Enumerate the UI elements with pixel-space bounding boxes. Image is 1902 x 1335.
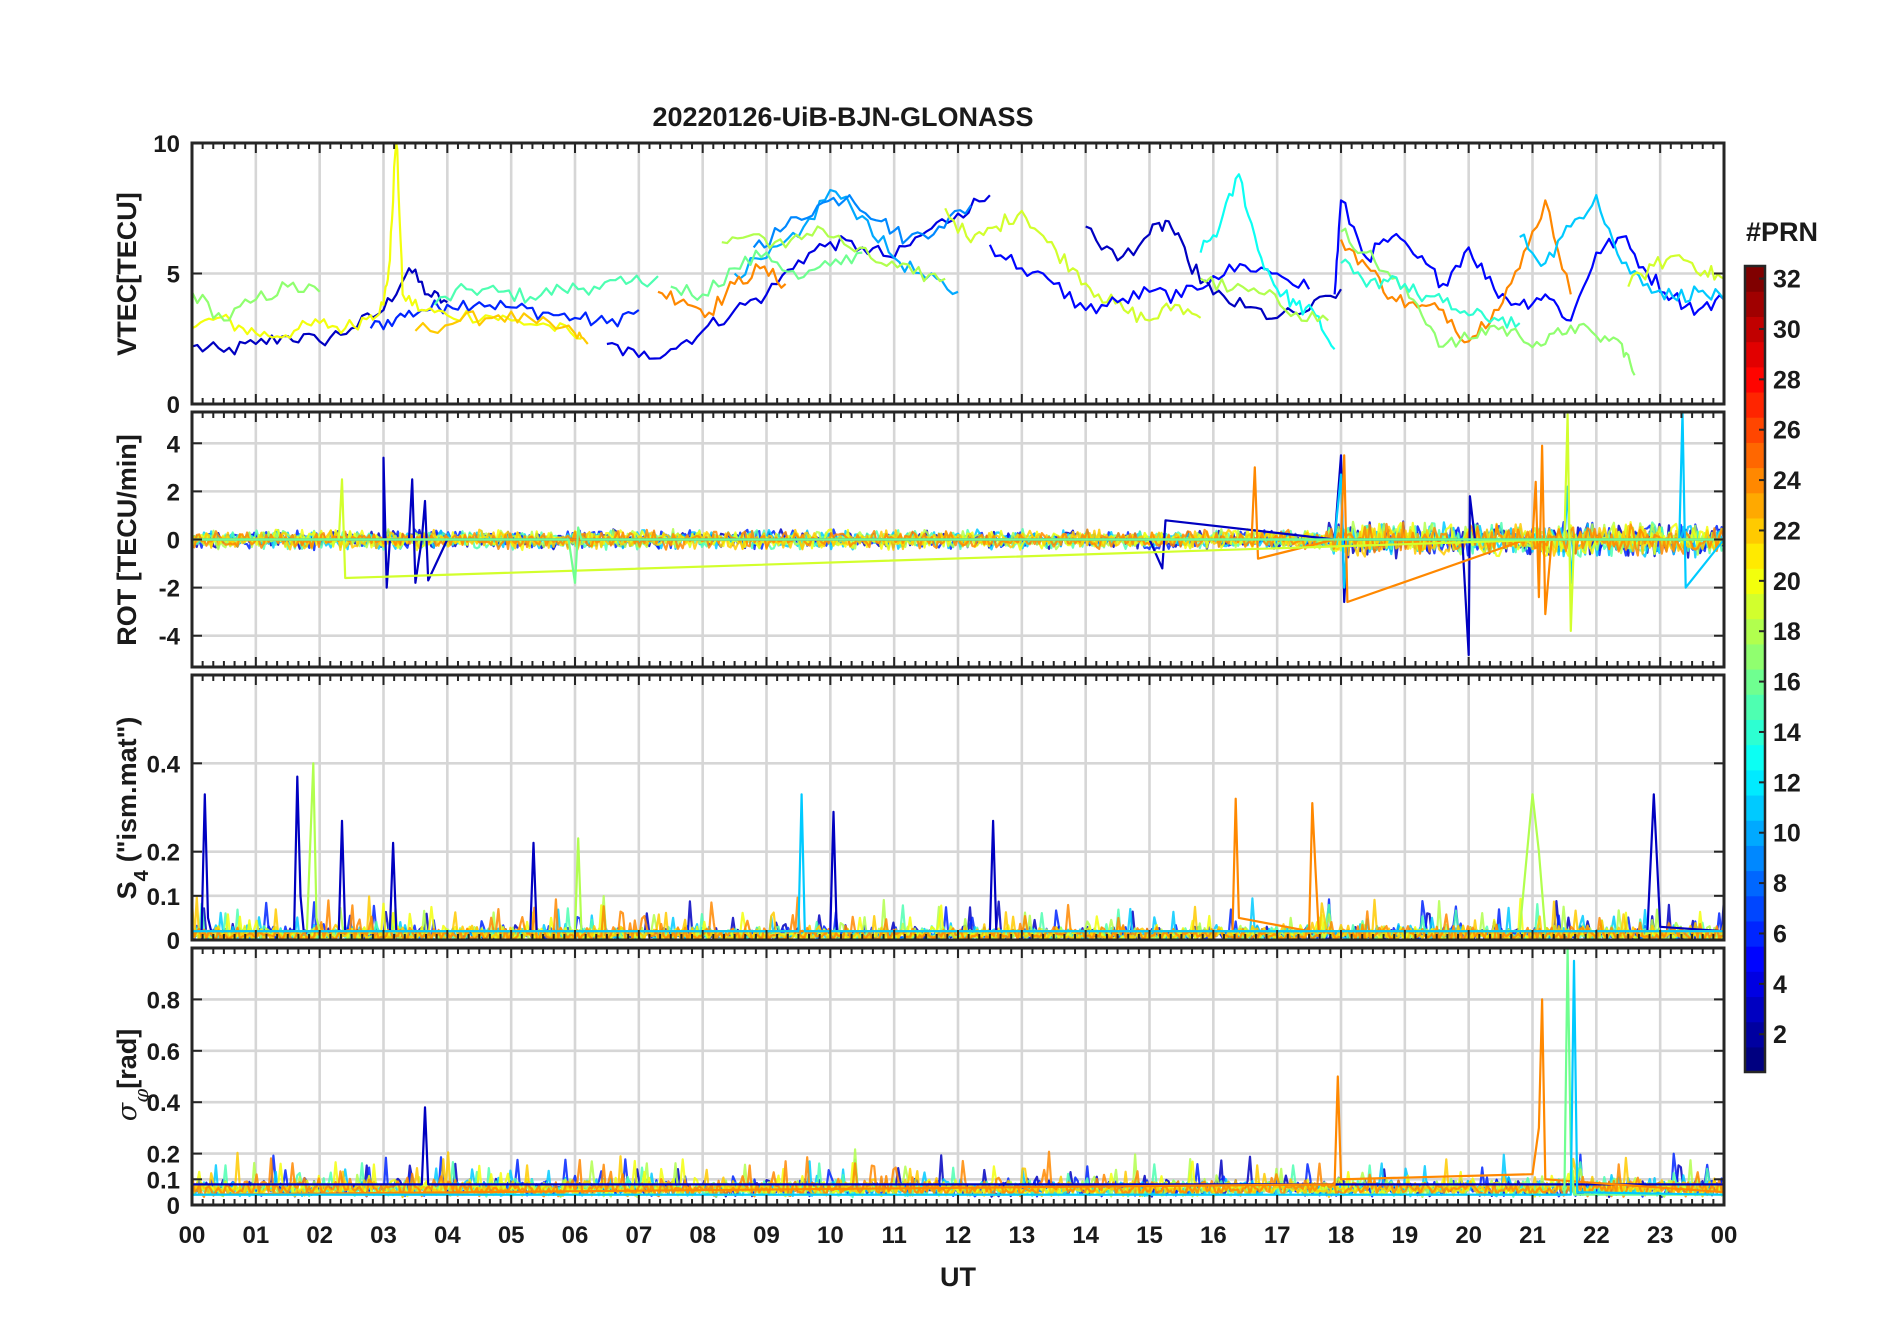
- y-tick-label: 0: [167, 392, 180, 419]
- colorbar-swatch: [1745, 694, 1765, 720]
- colorbar-swatch: [1745, 291, 1765, 317]
- colorbar-swatch: [1745, 543, 1765, 569]
- y-tick-label: 0: [167, 1193, 180, 1220]
- x-tick-label: 03: [370, 1222, 397, 1249]
- colorbar-tick-label: 8: [1773, 870, 1787, 898]
- prn-colorbar: 2468101214161820222426283032: [1743, 264, 1801, 1074]
- colorbar-tick-label: 6: [1773, 920, 1787, 948]
- y-tick-label: 4: [167, 431, 181, 458]
- x-tick-label: 14: [1072, 1222, 1099, 1249]
- vtec-axis-label: VTEC[TECU]: [112, 192, 142, 356]
- x-tick-label: 23: [1647, 1222, 1674, 1249]
- colorbar-tick-label: 4: [1773, 971, 1787, 999]
- x-tick-labels: 00 01 02 03 04 05 06 07 08 09 10 11 12 13 14 15 16 17 18 19…: [179, 1222, 1738, 1249]
- y-tick-label: 0.2: [147, 840, 180, 867]
- s4-axis-label-rest: ("ism.mat"): [112, 717, 142, 863]
- s4-axis-label-main: S: [112, 881, 142, 899]
- y-tick-label: 0.1: [147, 884, 180, 911]
- y-tick-label: 2: [167, 479, 180, 506]
- x-tick-label: 01: [242, 1222, 269, 1249]
- y-tick-label: 5: [167, 262, 180, 289]
- colorbar-tick-label: 16: [1773, 669, 1801, 697]
- colorbar-tick-label: 30: [1773, 316, 1801, 344]
- x-tick-label: 08: [689, 1222, 716, 1249]
- colorbar-tick-label: 2: [1773, 1021, 1787, 1049]
- colorbar-tick-label: 20: [1773, 568, 1801, 596]
- x-tick-label: 00: [1711, 1222, 1738, 1249]
- s4-axis-label-sub: 4: [131, 869, 153, 881]
- x-axis-label: UT: [940, 1262, 976, 1292]
- colorbar-swatch: [1745, 794, 1765, 821]
- colorbar-tick-label: 28: [1773, 366, 1801, 394]
- y-tick-label: 0.4: [147, 751, 181, 778]
- x-tick-label: 05: [498, 1222, 525, 1249]
- x-tick-label: 09: [753, 1222, 780, 1249]
- rot-axis-label: ROT [TECU/min]: [112, 434, 142, 645]
- x-tick-label: 18: [1328, 1222, 1355, 1249]
- colorbar-tick-label: 22: [1773, 517, 1801, 545]
- y-tick-label: 0: [167, 528, 180, 555]
- colorbar-tick-label: 32: [1773, 266, 1801, 294]
- x-tick-label: 16: [1200, 1222, 1227, 1249]
- x-tick-label: 12: [945, 1222, 972, 1249]
- colorbar-swatch: [1745, 1046, 1765, 1073]
- x-tick-label: 20: [1455, 1222, 1482, 1249]
- x-tick-label: 22: [1583, 1222, 1610, 1249]
- chart-figure: 20220126-UiB-BJN-GLONASS 0510 -4-2024 00…: [112, 102, 1818, 1292]
- x-tick-label: 13: [1008, 1222, 1035, 1249]
- figure-title: 20220126-UiB-BJN-GLONASS: [652, 102, 1033, 132]
- x-tick-label: 17: [1264, 1222, 1291, 1249]
- colorbar-tick-label: 24: [1773, 467, 1801, 495]
- colorbar-tick-label: 18: [1773, 618, 1801, 646]
- x-tick-label: 11: [881, 1222, 906, 1249]
- x-tick-label: 19: [1391, 1222, 1418, 1249]
- y-tick-label: -4: [159, 624, 181, 651]
- y-tick-label: -2: [159, 576, 180, 603]
- sigma-phi-axis-label-rest: [rad]: [112, 1029, 142, 1089]
- colorbar-tick-label: 12: [1773, 769, 1801, 797]
- y-tick-label: 0.2: [147, 1142, 180, 1169]
- y-tick-label: 10: [153, 131, 180, 158]
- figure: 20220126-UiB-BJN-GLONASS 0 5 10 -4 -2 0 2 4 00…: [0, 0, 1902, 1330]
- x-tick-label: 02: [306, 1222, 333, 1249]
- colorbar-swatch: [1745, 593, 1765, 620]
- y-tick-label: 0.1: [147, 1167, 180, 1194]
- sigma-phi-panel: 00.10.20.40.60.8: [147, 946, 1726, 1220]
- x-tick-label: 10: [817, 1222, 844, 1249]
- colorbar-tick-label: 14: [1773, 719, 1801, 747]
- colorbar-swatch: [1745, 643, 1765, 670]
- colorbar-swatch: [1745, 341, 1765, 368]
- x-tick-label: 00: [179, 1222, 206, 1249]
- colorbar-tick-label: 26: [1773, 417, 1801, 445]
- x-tick-label: 04: [434, 1222, 461, 1249]
- y-tick-label: 0: [167, 928, 180, 955]
- x-tick-label: 21: [1519, 1222, 1546, 1249]
- s4-panel: 0 0.1 0.2 0.4: [147, 673, 1726, 955]
- colorbar-swatch: [1745, 845, 1765, 872]
- sigma-phi-axis-label-main: σ: [112, 1101, 143, 1121]
- vtec-panel: 0 5 10: [153, 131, 1726, 419]
- y-tick-label: 0.6: [147, 1039, 180, 1066]
- colorbar-swatch: [1745, 492, 1765, 519]
- colorbar-swatch: [1745, 442, 1765, 469]
- sigma-phi-axis-label-sub: φ: [129, 1089, 153, 1103]
- colorbar-swatch: [1745, 895, 1765, 922]
- y-tick-label: 0.8: [147, 987, 180, 1014]
- x-tick-label: 15: [1136, 1222, 1163, 1249]
- x-tick-label: 06: [562, 1222, 589, 1249]
- colorbar-swatch: [1745, 996, 1765, 1023]
- colorbar-swatch: [1745, 391, 1765, 418]
- colorbar-tick-label: 10: [1773, 820, 1801, 848]
- x-tick-label: 07: [625, 1222, 652, 1249]
- rot-panel: -4 -2 0 2 4: [159, 410, 1726, 669]
- colorbar-label: #PRN: [1746, 217, 1818, 247]
- colorbar-swatch: [1745, 946, 1765, 972]
- colorbar-swatch: [1745, 744, 1765, 771]
- s4-axis-label: S4 ("ism.mat"): [112, 717, 153, 900]
